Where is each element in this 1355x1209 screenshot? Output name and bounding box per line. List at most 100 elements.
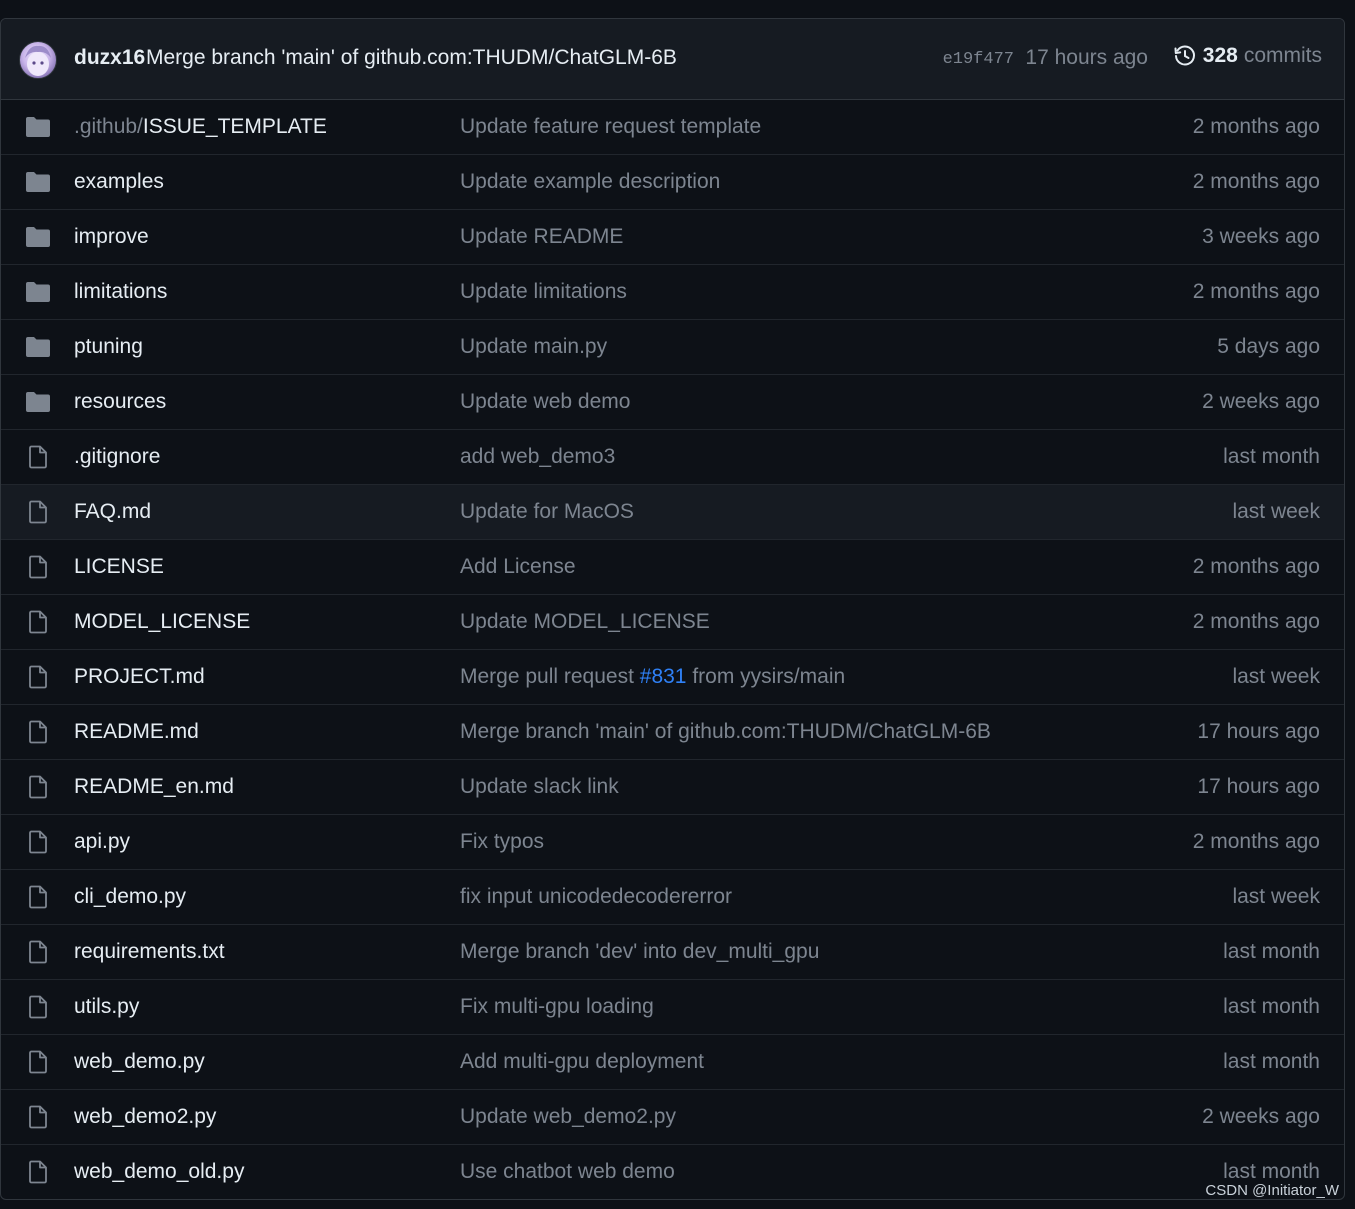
file-row[interactable]: .gitignore add web_demo3 last month xyxy=(1,430,1344,485)
file-name-text: examples xyxy=(74,170,164,193)
commit-age: 2 months ago xyxy=(1192,610,1320,633)
commit-message-link[interactable]: Merge branch 'main' of github.com:THUDM/… xyxy=(460,720,991,744)
file-icon xyxy=(25,1105,51,1129)
commit-age: 2 weeks ago xyxy=(1202,390,1320,413)
commit-message-link[interactable]: fix input unicodedecodererror xyxy=(460,885,732,909)
file-row[interactable]: .github/ISSUE_TEMPLATE Update feature req… xyxy=(1,100,1344,155)
commit-sha[interactable]: e19f477 xyxy=(943,50,1014,69)
commit-message-text: Update main.py xyxy=(460,335,608,358)
file-row[interactable]: FAQ.md Update for MacOS last week xyxy=(1,485,1344,540)
file-name-link[interactable]: requirements.txt xyxy=(74,940,225,964)
folder-icon xyxy=(25,170,51,194)
file-icon xyxy=(25,500,51,524)
file-row[interactable]: LICENSE Add License 2 months ago xyxy=(1,540,1344,595)
file-name-link[interactable]: utils.py xyxy=(74,995,139,1019)
file-row[interactable]: web_demo_old.py Use chatbot web demo last … xyxy=(1,1145,1344,1199)
commit-age: 2 months ago xyxy=(1192,555,1320,578)
commit-author[interactable]: duzx16 xyxy=(74,46,145,70)
commit-time: 17 hours ago xyxy=(1025,46,1148,69)
file-icon xyxy=(25,885,51,909)
commit-age: 2 weeks ago xyxy=(1202,1105,1320,1128)
file-name-link[interactable]: web_demo2.py xyxy=(74,1105,216,1129)
file-row[interactable]: improve Update README 3 weeks ago xyxy=(1,210,1344,265)
file-row[interactable]: cli_demo.py fix input unicodedecodererror… xyxy=(1,870,1344,925)
file-name-link[interactable]: web_demo_old.py xyxy=(74,1160,244,1184)
commit-message-text: Add License xyxy=(460,555,576,578)
file-name-text: README.md xyxy=(74,720,199,743)
commit-message-link[interactable]: add web_demo3 xyxy=(460,445,615,469)
commit-history-link[interactable]: 328 commits xyxy=(1173,44,1322,68)
commit-message-link[interactable]: Add multi-gpu deployment xyxy=(460,1050,704,1074)
commit-message-link[interactable]: Update main.py xyxy=(460,335,607,359)
author-avatar[interactable] xyxy=(19,41,57,79)
commit-age: last month xyxy=(1223,940,1320,963)
file-name-link[interactable]: examples xyxy=(74,170,164,194)
file-path-prefix: .github/ xyxy=(74,115,143,138)
commit-message-link[interactable]: Add License xyxy=(460,555,576,579)
commit-message-link[interactable]: Update README xyxy=(460,225,623,249)
commit-age: 2 months ago xyxy=(1192,830,1320,853)
commit-message-link[interactable]: Fix typos xyxy=(460,830,544,854)
commit-count: 328 xyxy=(1202,44,1238,67)
commit-age: last week xyxy=(1232,885,1320,908)
file-name-link[interactable]: .github/ISSUE_TEMPLATE xyxy=(74,115,327,139)
commit-message-tail: from yysirs/main xyxy=(686,665,846,688)
file-name-text: web_demo2.py xyxy=(74,1105,217,1128)
commit-message-text: fix input unicodedecodererror xyxy=(460,885,732,908)
commit-message-link[interactable]: Update MODEL_LICENSE xyxy=(460,610,710,634)
file-icon xyxy=(25,1050,51,1074)
file-browser: duzx16 Merge branch 'main' of github.com… xyxy=(0,18,1345,1200)
commit-message-link[interactable]: Update slack link xyxy=(460,775,619,799)
commit-message-text: Merge branch 'main' of github.com:THUDM/… xyxy=(460,720,991,743)
file-row[interactable]: web_demo2.py Update web_demo2.py 2 weeks a… xyxy=(1,1090,1344,1145)
pull-request-link[interactable]: #831 xyxy=(640,665,687,688)
file-icon xyxy=(25,610,51,634)
file-name-link[interactable]: PROJECT.md xyxy=(74,665,205,689)
commit-message-link[interactable]: Update example description xyxy=(460,170,720,194)
file-row[interactable]: PROJECT.md Merge pull request #831 from y… xyxy=(1,650,1344,705)
file-row[interactable]: requirements.txt Merge branch 'dev' into … xyxy=(1,925,1344,980)
file-name-link[interactable]: web_demo.py xyxy=(74,1050,205,1074)
file-row[interactable]: examples Update example description 2 mont… xyxy=(1,155,1344,210)
commit-message-link[interactable]: Merge branch 'dev' into dev_multi_gpu xyxy=(460,940,819,964)
file-row[interactable]: limitations Update limitations 2 months ag… xyxy=(1,265,1344,320)
commit-message-text: Add multi-gpu deployment xyxy=(460,1050,704,1073)
file-name-link[interactable]: improve xyxy=(74,225,149,249)
file-row[interactable]: web_demo.py Add multi-gpu deployment last … xyxy=(1,1035,1344,1090)
commit-message-link[interactable]: Update web demo xyxy=(460,390,630,414)
file-name-text: .gitignore xyxy=(74,445,161,468)
commit-message-link[interactable]: Update web_demo2.py xyxy=(460,1105,676,1129)
commit-message-link[interactable]: Use chatbot web demo xyxy=(460,1160,675,1184)
file-name-link[interactable]: api.py xyxy=(74,830,130,854)
file-name-link[interactable]: LICENSE xyxy=(74,555,164,579)
commit-message-link[interactable]: Update for MacOS xyxy=(460,500,634,524)
file-name-link[interactable]: limitations xyxy=(74,280,167,304)
file-name-link[interactable]: README.md xyxy=(74,720,199,744)
file-row[interactable]: README.md Merge branch 'main' of github.c… xyxy=(1,705,1344,760)
commit-message-text: Update limitations xyxy=(460,280,627,303)
file-row[interactable]: utils.py Fix multi-gpu loading last month xyxy=(1,980,1344,1035)
commit-message[interactable]: Merge branch 'main' of github.com:THUDM/… xyxy=(146,46,677,70)
commit-age: 5 days ago xyxy=(1217,335,1320,358)
file-name-link[interactable]: README_en.md xyxy=(74,775,234,799)
file-name-link[interactable]: cli_demo.py xyxy=(74,885,186,909)
commit-message-link[interactable]: Update feature request template xyxy=(460,115,761,139)
file-name-link[interactable]: resources xyxy=(74,390,166,414)
file-name-link[interactable]: ptuning xyxy=(74,335,143,359)
file-row[interactable]: resources Update web demo 2 weeks ago xyxy=(1,375,1344,430)
file-row[interactable]: MODEL_LICENSE Update MODEL_LICENSE 2 month… xyxy=(1,595,1344,650)
file-row[interactable]: ptuning Update main.py 5 days ago xyxy=(1,320,1344,375)
file-name-text: ptuning xyxy=(74,335,143,358)
file-row[interactable]: README_en.md Update slack link 17 hours ag… xyxy=(1,760,1344,815)
file-name-link[interactable]: MODEL_LICENSE xyxy=(74,610,250,634)
file-name-text: limitations xyxy=(74,280,168,303)
file-name-link[interactable]: FAQ.md xyxy=(74,500,151,524)
file-row[interactable]: api.py Fix typos 2 months ago xyxy=(1,815,1344,870)
commit-message-link[interactable]: Fix multi-gpu loading xyxy=(460,995,654,1019)
commit-message-link[interactable]: Update limitations xyxy=(460,280,627,304)
file-name-link[interactable]: .gitignore xyxy=(74,445,160,469)
commit-message-text: Update web_demo2.py xyxy=(460,1105,676,1128)
commit-age: 2 months ago xyxy=(1192,115,1320,138)
commit-message-link[interactable]: Merge pull request #831 from yysirs/main xyxy=(460,665,845,689)
file-icon xyxy=(25,665,51,689)
